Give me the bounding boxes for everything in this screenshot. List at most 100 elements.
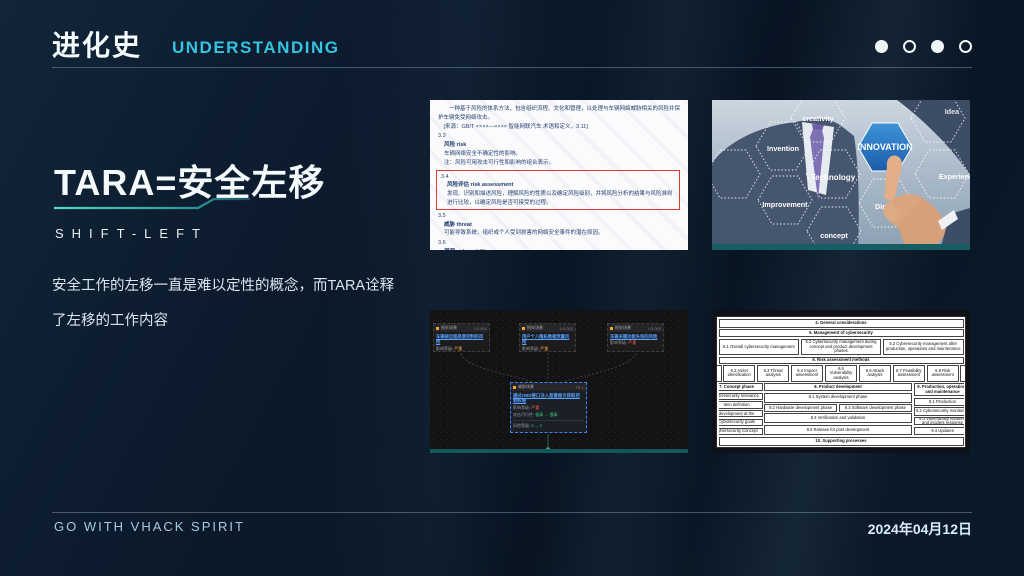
loss-card-3: 损失场景 LS-003 车辆关键功能失效的风险 影响等级: 严重 [607, 323, 664, 352]
label-concept: concept [820, 231, 848, 240]
footer-divider [52, 512, 972, 513]
iso-box-6-7: 6.7 Feasibility assessment [892, 365, 926, 382]
iso-box-9-4: 9.4 Updates [913, 426, 964, 435]
slide: 进化史 UNDERSTANDING TARA=安全左移 SHIFT-LEFT 安… [0, 0, 1024, 576]
iso-box-8-2: 8.2 Hardware development phase [764, 404, 838, 412]
loss-card-1: 损失场景 LS-001 车辆被远程恶意控制的风险 影响等级: 严重 [433, 323, 490, 352]
iso-box-8-4: 8.4 Verification and validation [764, 413, 912, 424]
pagination [875, 40, 972, 53]
iso-box-6-5: 6.5 Vulnerability analysis [824, 365, 858, 382]
iso-box-6-8: 6.8 Risk assessment [926, 365, 959, 382]
iso-concept-header: 7. Concept phase [718, 383, 763, 392]
scenario-icon [610, 326, 613, 330]
field-value: 严重 [531, 405, 540, 411]
header-divider [52, 67, 972, 68]
card-divider [513, 420, 584, 422]
field-value: 3 → 2 [531, 423, 542, 429]
iso-product-header: 8. Product development [764, 383, 912, 392]
iso-box-8-3: 8.3 Software development phase [838, 404, 912, 412]
card-title-link: 用户个人隐私数据泄露风险 [522, 333, 570, 345]
label-idea: Idea [945, 107, 960, 116]
iso-product-column: 8. Product development 8.1 System develo… [764, 383, 912, 435]
iso-box-6-2: 6.2 Asset identification [723, 365, 756, 382]
photo-bottom-strip [712, 244, 970, 250]
doc-section-num: 3.3 [438, 133, 446, 140]
label-technology: Technology [811, 173, 856, 182]
iso-box-9-3: 9.3 Vulnerability handling and incident … [913, 417, 964, 426]
doc-section-num: 3.5 [438, 212, 446, 219]
iso-concept-column: 7. Concept phase Cybersecurity relevance… [718, 383, 763, 435]
iso-concept-box-5: Cybersecurity Concept [718, 427, 763, 435]
card-id: LS-002 [560, 325, 573, 331]
iso-box-9-1: 9.1 Production [913, 397, 964, 406]
doc-paragraph: 一种基于风险的体系方法，包含组织流程、文化和管理，以处理与车辆网络威胁相关的风险… [438, 106, 681, 121]
iso-concept-box-1: Cybersecurity relevance [718, 392, 763, 400]
card-type: 损失场景 [615, 325, 631, 330]
card-id: LS-003 [648, 325, 661, 331]
field-label: 风险等级: [513, 423, 531, 429]
label-invention: Invention [767, 144, 799, 153]
loss-card-2: 损失场景 LS-002 用户个人隐私数据泄露风险 影响等级: 严重 [519, 323, 576, 352]
doc-term: 漏洞 vulnerability [438, 248, 680, 250]
label-improvement: Improvement [762, 200, 808, 209]
card-title-link: 车辆关键功能失效的风险 [610, 333, 658, 339]
field-value: 严重 [540, 345, 549, 351]
doc-term: 风险 risk [444, 142, 467, 149]
field-label: 影响等级: [522, 345, 540, 351]
doc-definition: 发现、识别和描述风险，理解风险的性质以及确定风险级别，并将风险分析的结果与风险准… [447, 191, 673, 206]
iso-general: 4. General considerations [718, 318, 964, 328]
iso-box-6-4: 6.4 Impact assessment [790, 365, 824, 382]
iso-box-9-2: 9.2 Cybersecurity monitoring [913, 407, 964, 416]
card-id: LS-001 [474, 325, 487, 331]
field-label: 攻击可行性: [513, 412, 535, 418]
card-type: 损失场景 [527, 325, 543, 330]
field-value: 严重 [628, 340, 637, 346]
body-text: 安全工作的左移一直是难以定性的概念，而TARA诠释 了左移的工作内容 [52, 276, 422, 347]
label-experience: Experience [939, 172, 970, 181]
logo-text: 进化史 [52, 30, 143, 61]
iso-mgmt-header: 5. Management of cybersecurity [718, 329, 964, 337]
iso-production-column: 9. Production, operations and maintenanc… [913, 383, 964, 435]
iso-box-8-1: 8.1 System development phase [764, 392, 912, 403]
iso-box-stub [960, 365, 965, 382]
label-creativity: creativity [802, 114, 834, 123]
iso-box-6-3: 6.3 Threat analysis [756, 365, 790, 382]
diagram-bottom-strip [430, 449, 688, 453]
iso-box-6-6: 6.6 Attack analysis [858, 365, 892, 382]
footer-date: 2024年04月12日 [867, 521, 972, 537]
doc-section-num: 3.6 [438, 240, 446, 247]
body-line-2: 了左移的工作内容 [52, 313, 168, 330]
iso-risk-header: 6. Risk assessment methods [718, 356, 964, 364]
pagination-dot-2 [903, 40, 916, 53]
scenario-icon [436, 326, 439, 330]
pagination-dot-4 [959, 40, 972, 53]
iso-supporting: 10. Supporting processes [718, 436, 964, 446]
scenario-icon [522, 326, 525, 330]
iso-concept-box-2: Item definition [718, 401, 763, 409]
card-title-link: 通过OBD接口注入恶意报文获取控制权限 [513, 392, 580, 404]
iso-concept-box-3: Initiation of product development at the… [718, 410, 763, 418]
doc-term: 风险评估 risk assessment [447, 182, 514, 189]
screenshot-standard-document: 一种基于风险的体系方法，包含组织流程、文化和管理，以处理与车辆网络威胁相关的风险… [430, 100, 688, 250]
iso-concept-box-4: Cybersecurity goals [718, 418, 763, 427]
subtitle: SHIFT-LEFT [55, 226, 208, 241]
doc-note: 注：风险可用攻击可行性和影响的组合表示。 [444, 159, 555, 166]
doc-definition: 可能导致系统、组织或个人受到损害的网络安全事件的潜在原因。 [444, 230, 604, 237]
pagination-dot-3 [931, 40, 944, 53]
field-label: 影响等级: [436, 345, 454, 351]
footer-slogan: GO WITH VHACK SPIRIT [54, 519, 245, 534]
iso-box-5-1: 5.1 Overall cybersecurity management [718, 338, 800, 356]
scenario-icon [513, 385, 516, 389]
photo-innovation: INNOVATION creativity Idea Invention Tec… [712, 100, 970, 250]
card-type: 威胁场景 [518, 384, 534, 389]
doc-source: [来源：GB/T ××××—×××× 智能网联汽车 术语和定义，3.11] [443, 123, 588, 130]
field-label: 影响等级: [610, 340, 628, 346]
innovation-hexagon-label: INNOVATION [857, 142, 912, 152]
threat-scenario-card: 威胁场景 TS-1 通过OBD接口注入恶意报文获取控制权限 影响等级: 严重 攻… [510, 382, 587, 433]
card-title-link: 车辆被远程恶意控制的风险 [436, 333, 484, 345]
card-id: TS-1 [575, 384, 584, 390]
pagination-dot-1 [875, 40, 888, 53]
doc-term: 威胁 threat [444, 221, 472, 228]
screenshot-threat-diagram: 损失场景 LS-001 车辆被远程恶意控制的风险 影响等级: 严重 损失场景 L… [430, 310, 688, 453]
section-label: UNDERSTANDING [172, 38, 340, 57]
